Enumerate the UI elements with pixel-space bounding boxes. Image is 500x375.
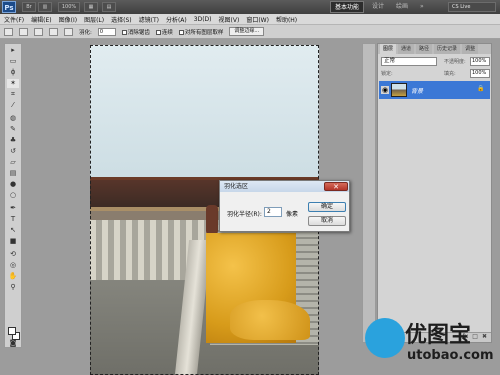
3d-rotate-tool-icon[interactable]: ⟲ bbox=[7, 250, 19, 259]
marquee-tool-icon[interactable]: ▭ bbox=[7, 57, 19, 66]
quick-mask-icon[interactable]: ◙ bbox=[7, 339, 19, 348]
add-to-selection-icon[interactable] bbox=[34, 27, 43, 36]
crop-tool-icon[interactable]: ⌗ bbox=[7, 90, 19, 99]
menu-filter[interactable]: 滤镜(T) bbox=[139, 15, 159, 24]
sample-all-option[interactable]: 对所有图层取样 bbox=[178, 28, 224, 36]
ok-button[interactable]: 确定 bbox=[308, 202, 346, 212]
sample-all-label: 对所有图层取样 bbox=[184, 29, 224, 36]
lock-label: 锁定: bbox=[381, 71, 393, 77]
close-icon[interactable]: ✕ bbox=[324, 182, 348, 191]
layer-name: 背景 bbox=[411, 88, 424, 95]
watermark-name: 优图宝 bbox=[405, 323, 472, 348]
magic-wand-tool-icon[interactable]: ✶ bbox=[7, 79, 19, 88]
intersect-selection-icon[interactable] bbox=[64, 27, 73, 36]
photoshop-logo: Ps bbox=[2, 1, 16, 13]
lasso-tool-icon[interactable]: ϕ bbox=[7, 68, 19, 77]
workspace-more-icon[interactable]: » bbox=[420, 2, 424, 12]
contiguous-label: 连续 bbox=[161, 29, 173, 36]
layers-panel: 图层 通道 路径 历史记录 调整 正常 不透明度: 100% 锁定: 填充: 1… bbox=[377, 43, 492, 343]
cs-live-label: CS Live bbox=[452, 4, 471, 10]
history-brush-tool-icon[interactable]: ↺ bbox=[7, 147, 19, 156]
watermark-url: utobao.com bbox=[407, 348, 494, 363]
arrange-documents-icon[interactable]: ▤ bbox=[102, 2, 116, 12]
workspace-essentials[interactable]: 基本功能 bbox=[330, 1, 364, 13]
tab-adjustments[interactable]: 调整 bbox=[462, 44, 479, 54]
clone-stamp-tool-icon[interactable]: ♣ bbox=[7, 136, 19, 145]
fill-input[interactable]: 100% bbox=[470, 69, 490, 78]
zoom-tool-icon[interactable]: ⚲ bbox=[7, 283, 19, 292]
cancel-button[interactable]: 取消 bbox=[308, 216, 346, 226]
menu-layer[interactable]: 图层(L) bbox=[84, 15, 104, 24]
dodge-tool-icon[interactable]: ○ bbox=[7, 191, 19, 200]
layer-thumbnail bbox=[391, 83, 407, 97]
eyedropper-tool-icon[interactable]: ⁄ bbox=[7, 101, 19, 110]
hand-tool-icon[interactable]: ✋ bbox=[7, 272, 19, 281]
feather-input[interactable]: 0 bbox=[97, 27, 116, 36]
menu-help[interactable]: 帮助(H) bbox=[276, 15, 297, 24]
opacity-label: 不透明度: bbox=[444, 59, 466, 65]
options-bar: 羽化: 0 消除锯齿 连续 对所有图层取样 调整边缘... bbox=[0, 25, 500, 39]
contiguous-option[interactable]: 连续 bbox=[155, 28, 173, 36]
menu-select[interactable]: 选择(S) bbox=[111, 15, 132, 24]
type-tool-icon[interactable]: T bbox=[7, 215, 19, 224]
collapsed-panel-strip[interactable] bbox=[362, 43, 376, 343]
3d-camera-tool-icon[interactable]: ◎ bbox=[7, 261, 19, 270]
blend-mode-select[interactable]: 正常 bbox=[381, 57, 437, 66]
contiguous-checkbox[interactable] bbox=[155, 29, 161, 35]
refine-edge-button[interactable]: 调整边缘... bbox=[229, 27, 265, 36]
tab-history[interactable]: 历史记录 bbox=[434, 44, 461, 54]
path-selection-tool-icon[interactable]: ↖ bbox=[7, 226, 19, 235]
view-extras-icon[interactable]: ▦ bbox=[84, 2, 98, 12]
feather-radius-input[interactable]: 2 bbox=[264, 207, 282, 217]
foreground-color-swatch[interactable] bbox=[8, 327, 16, 335]
blur-tool-icon[interactable]: ● bbox=[7, 180, 19, 189]
tab-channels[interactable]: 通道 bbox=[398, 44, 415, 54]
menu-bar: 文件(F) 编辑(E) 图像(I) 图层(L) 选择(S) 滤镜(T) 分析(A… bbox=[0, 14, 500, 25]
tab-paths[interactable]: 路径 bbox=[416, 44, 433, 54]
menu-image[interactable]: 图像(I) bbox=[59, 15, 77, 24]
sample-all-checkbox[interactable] bbox=[178, 29, 184, 35]
subtract-selection-icon[interactable] bbox=[49, 27, 58, 36]
layer-lock-icon: 🔒 bbox=[477, 85, 485, 92]
zoom-level[interactable]: 100% bbox=[58, 2, 80, 12]
antialias-label: 消除锯齿 bbox=[127, 29, 150, 36]
fill-label: 填充: bbox=[444, 71, 456, 77]
menu-window[interactable]: 窗口(W) bbox=[246, 15, 269, 24]
opacity-input[interactable]: 100% bbox=[470, 57, 490, 66]
shape-tool-icon[interactable]: ■ bbox=[7, 237, 19, 246]
menu-edit[interactable]: 编辑(E) bbox=[31, 15, 51, 24]
menu-3d[interactable]: 3D(D) bbox=[194, 16, 212, 23]
new-selection-icon[interactable] bbox=[19, 27, 28, 36]
brush-tool-icon[interactable]: ✎ bbox=[7, 125, 19, 134]
workspace-painting[interactable]: 绘画 bbox=[396, 2, 408, 12]
panel-tabs: 图层 通道 路径 历史记录 调整 bbox=[378, 44, 491, 54]
healing-brush-tool-icon[interactable]: ◍ bbox=[7, 114, 19, 123]
layer-row-background[interactable]: ◉ 背景 🔒 bbox=[379, 81, 490, 99]
gradient-tool-icon[interactable]: ▤ bbox=[7, 169, 19, 178]
feather-radius-label: 羽化半径(R): bbox=[227, 211, 262, 218]
feather-selection-dialog: 羽化选区 ✕ 羽化半径(R): 2 像素 确定 取消 bbox=[219, 180, 350, 232]
feather-radius-unit: 像素 bbox=[286, 211, 299, 218]
minibridge-button[interactable]: ▥ bbox=[38, 2, 52, 12]
menu-file[interactable]: 文件(F) bbox=[4, 15, 24, 24]
visibility-eye-icon[interactable]: ◉ bbox=[381, 86, 389, 94]
lasso-tool-preset-icon[interactable] bbox=[4, 27, 13, 36]
menu-analysis[interactable]: 分析(A) bbox=[166, 15, 187, 24]
bridge-button[interactable]: Br bbox=[22, 2, 36, 12]
workspace-design[interactable]: 设计 bbox=[372, 2, 384, 12]
pen-tool-icon[interactable]: ✒ bbox=[7, 204, 19, 213]
menu-view[interactable]: 视图(V) bbox=[219, 15, 240, 24]
app-title-bar: Ps Br ▥ 100% ▦ ▤ 基本功能 设计 绘画 » CS Live bbox=[0, 0, 500, 14]
tab-layers[interactable]: 图层 bbox=[380, 44, 397, 54]
eraser-tool-icon[interactable]: ▱ bbox=[7, 158, 19, 167]
cs-live-button[interactable]: CS Live bbox=[448, 2, 496, 12]
feather-label: 羽化: bbox=[79, 29, 92, 36]
antialias-option[interactable]: 消除锯齿 bbox=[121, 28, 150, 36]
watermark: 优图宝 utobao.com bbox=[365, 315, 500, 375]
antialias-checkbox[interactable] bbox=[121, 29, 127, 35]
move-tool-icon[interactable]: ▸ bbox=[7, 46, 19, 55]
toolbox: ▸ ▭ ϕ ✶ ⌗ ⁄ ◍ ✎ ♣ ↺ ▱ ▤ ● ○ ✒ T ↖ ■ ⟲ ◎ … bbox=[4, 43, 22, 348]
bird-logo-icon bbox=[365, 318, 405, 358]
